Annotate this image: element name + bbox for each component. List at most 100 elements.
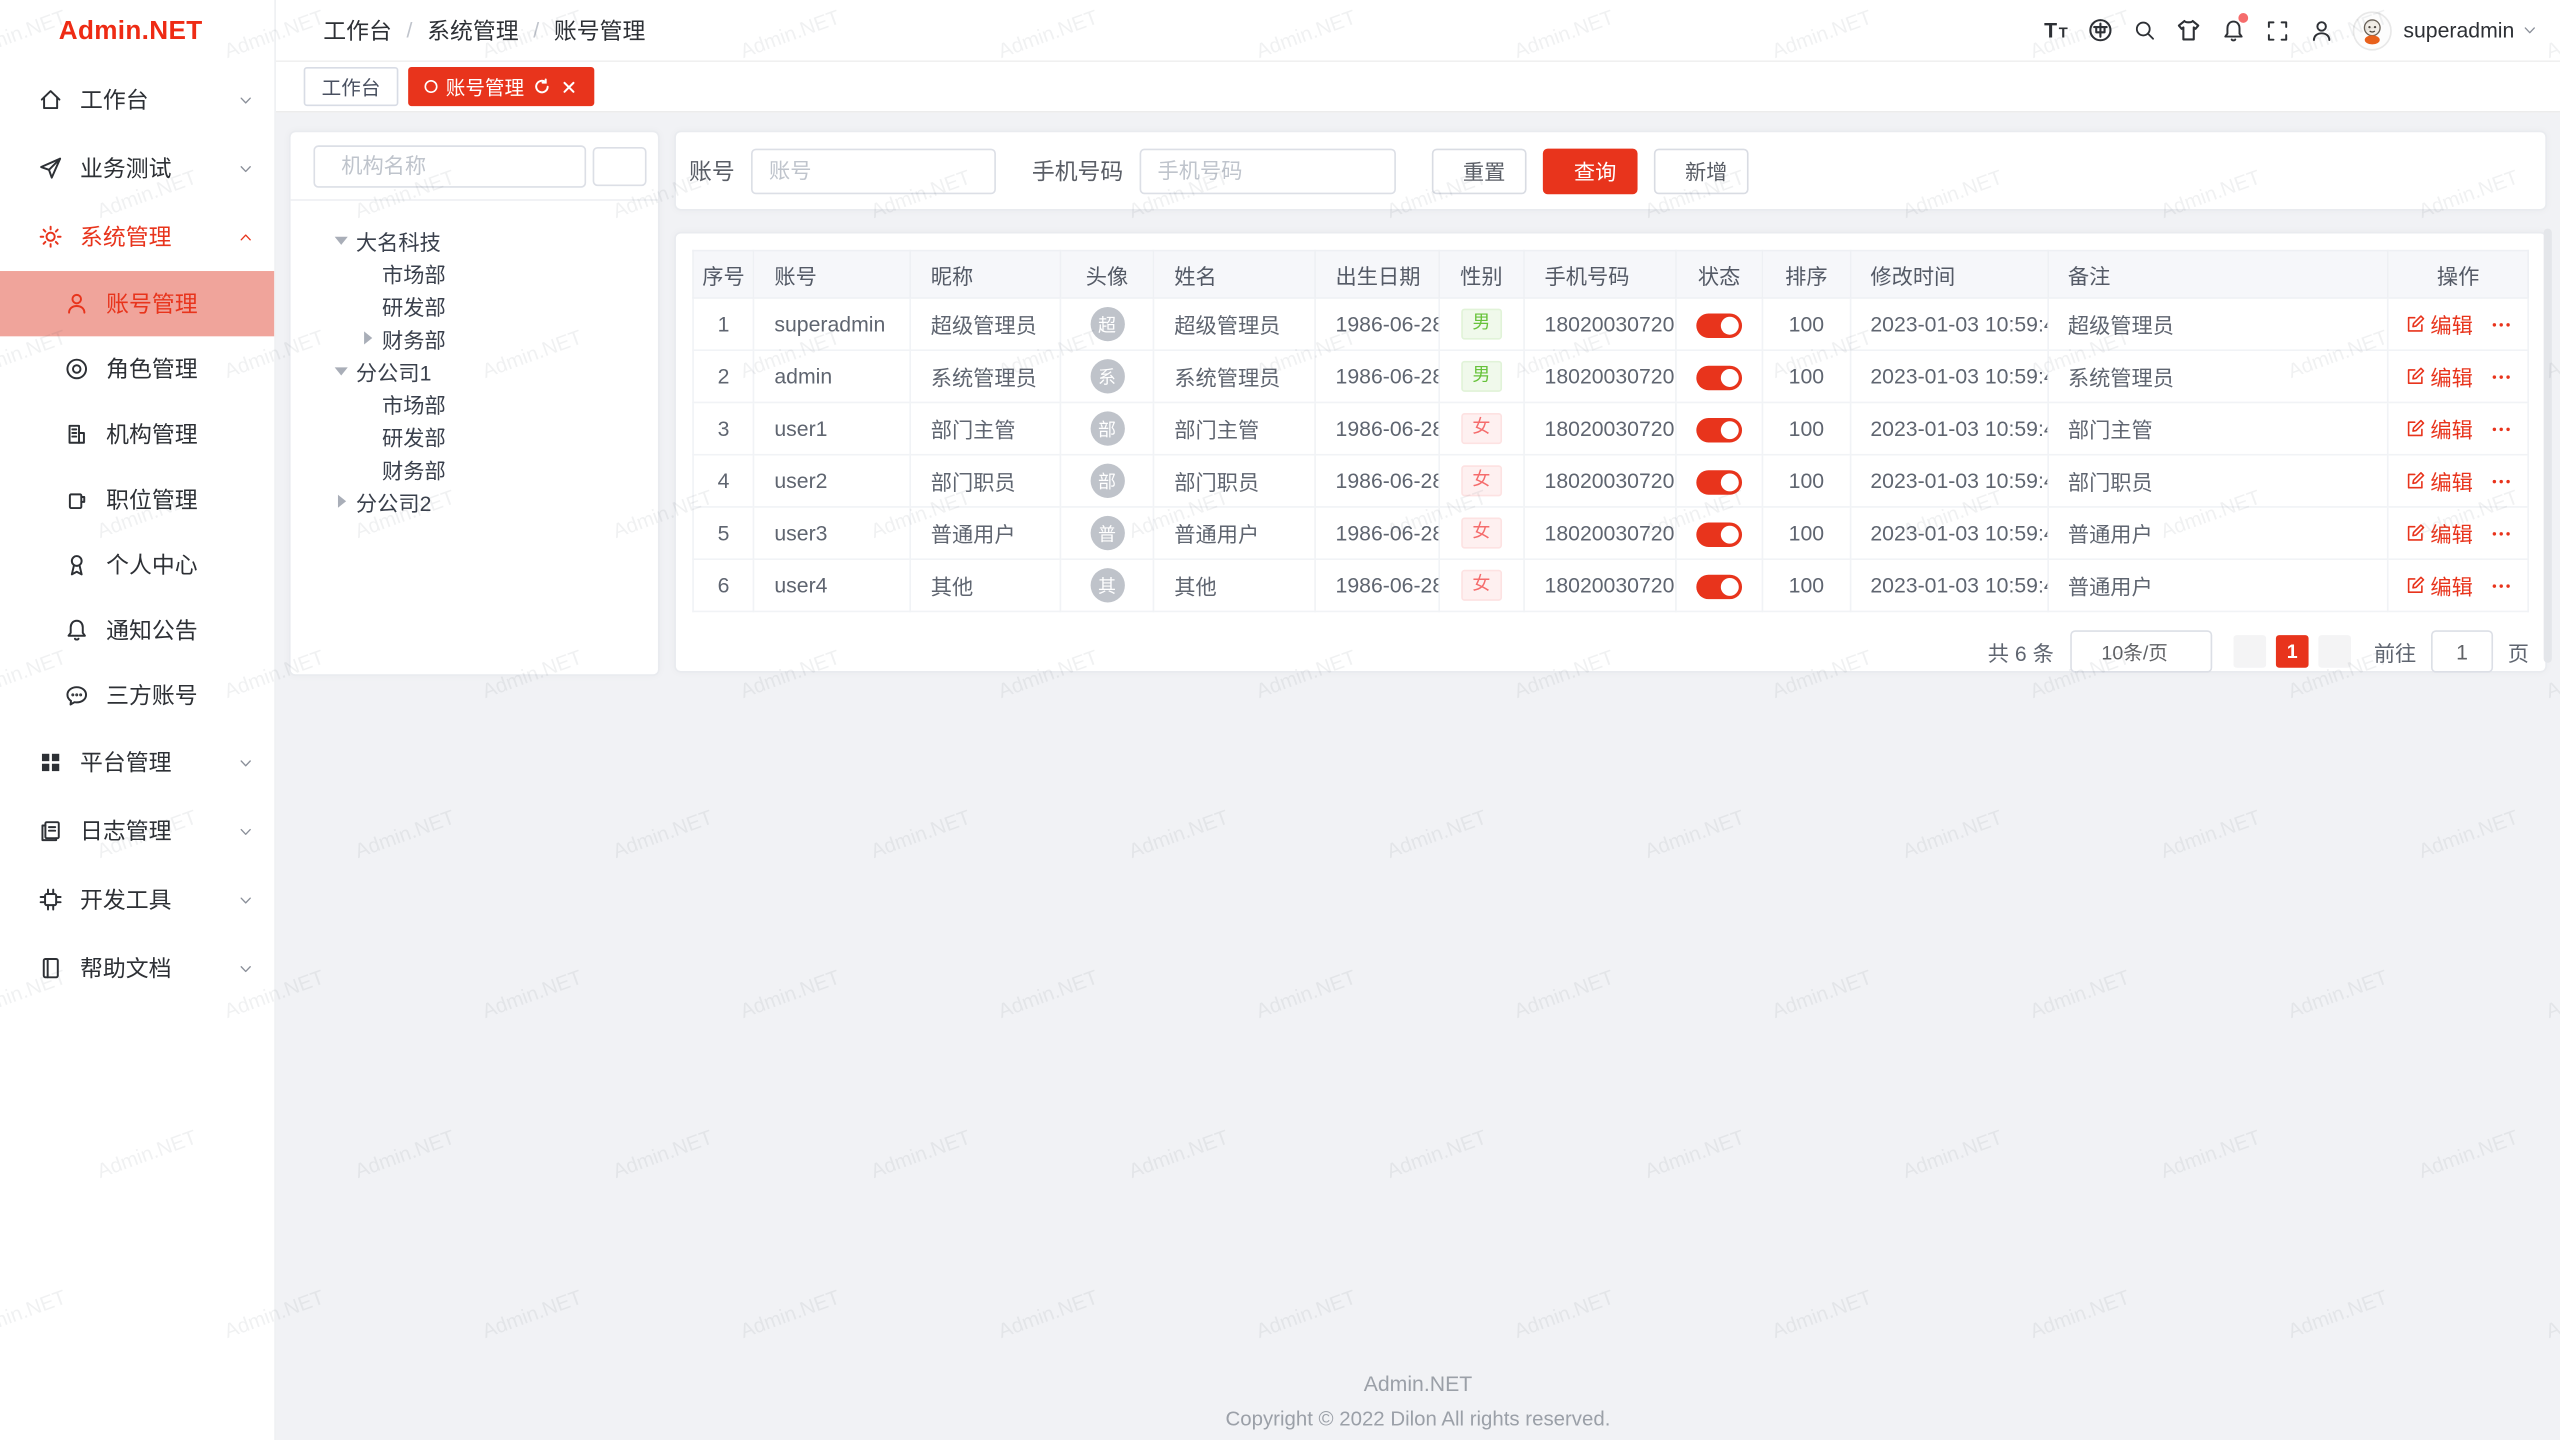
cell-no: 3 xyxy=(693,402,754,454)
notification-icon[interactable] xyxy=(2211,8,2255,52)
account-filter-input[interactable] xyxy=(751,148,996,194)
sidebar-item-help-docs[interactable]: 帮助文档 xyxy=(0,934,274,1003)
tab-active[interactable]: 账号管理 xyxy=(408,67,594,106)
tree-caret-icon[interactable] xyxy=(330,229,353,252)
cell-name: 部门主管 xyxy=(1154,402,1315,454)
user-menu[interactable]: superadmin xyxy=(2403,18,2538,42)
chevron-down-icon xyxy=(237,822,255,840)
cell-name: 普通用户 xyxy=(1154,507,1315,559)
cell-birth: 1986-06-28 xyxy=(1315,298,1438,350)
tree-node[interactable]: 财务部 xyxy=(304,452,645,485)
fullscreen-icon[interactable] xyxy=(2255,8,2299,52)
tree-caret-icon[interactable] xyxy=(356,327,379,350)
sidebar-item-position-mgmt[interactable]: 职位管理 xyxy=(0,467,274,532)
cell-no: 6 xyxy=(693,559,754,611)
language-icon[interactable] xyxy=(2078,8,2122,52)
tab-refresh-icon[interactable] xyxy=(532,77,552,97)
sidebar-item-system-mgmt[interactable]: 系统管理 xyxy=(0,202,274,271)
edit-button[interactable]: 编辑 xyxy=(2404,361,2473,392)
sidebar-item-notice[interactable]: 通知公告 xyxy=(0,598,274,663)
tree-node[interactable]: 财务部 xyxy=(304,322,645,355)
row-avatar: 部 xyxy=(1090,411,1124,445)
tree-node[interactable]: 研发部 xyxy=(304,420,645,453)
sidebar-item-dev-tools[interactable]: 开发工具 xyxy=(0,865,274,934)
edit-button[interactable]: 编辑 xyxy=(2404,518,2473,549)
tree-node-label: 研发部 xyxy=(382,420,446,451)
row-more-button[interactable] xyxy=(2489,469,2512,492)
cell-account: user4 xyxy=(754,559,910,611)
breadcrumb-item[interactable]: 系统管理 xyxy=(427,14,518,47)
app-logo[interactable]: Admin.NET xyxy=(0,0,274,65)
cell-phone: 18020030720 xyxy=(1524,507,1675,559)
org-tree: 大名科技市场部研发部财务部分公司1市场部研发部财务部分公司2 xyxy=(291,201,658,541)
edit-label: 编辑 xyxy=(2430,518,2472,549)
sidebar-item-platform-mgmt[interactable]: 平台管理 xyxy=(0,728,274,797)
doc-icon xyxy=(38,955,64,981)
sidebar-item-business-test[interactable]: 业务测试 xyxy=(0,134,274,203)
cell-nickname: 超级管理员 xyxy=(910,298,1060,350)
status-toggle[interactable] xyxy=(1696,417,1742,441)
sidebar-item-personal-center[interactable]: 个人中心 xyxy=(0,532,274,597)
page-size-select[interactable]: 10条/页 xyxy=(2070,630,2212,672)
search-icon[interactable] xyxy=(2123,8,2167,52)
row-more-button[interactable] xyxy=(2489,313,2512,336)
tree-node[interactable]: 大名科技 xyxy=(304,224,645,257)
chevron-down-icon xyxy=(237,959,255,977)
next-page-button[interactable] xyxy=(2318,635,2351,668)
status-toggle[interactable] xyxy=(1696,574,1742,598)
svg-text:T: T xyxy=(2043,19,2056,42)
sidebar-item-log-mgmt[interactable]: 日志管理 xyxy=(0,797,274,866)
column-header-avatar: 头像 xyxy=(1060,251,1154,298)
notification-badge xyxy=(2238,13,2248,23)
phone-filter-input[interactable] xyxy=(1140,148,1396,194)
font-size-icon[interactable]: TT xyxy=(2034,8,2078,52)
tree-node[interactable]: 市场部 xyxy=(304,387,645,420)
breadcrumb-item[interactable]: 工作台 xyxy=(323,14,392,47)
row-more-button[interactable] xyxy=(2489,574,2512,597)
sidebar-item-third-party-account[interactable]: 三方账号 xyxy=(0,663,274,728)
tree-caret-icon[interactable] xyxy=(330,490,353,513)
breadcrumb-separator: / xyxy=(533,18,539,42)
tree-node[interactable]: 市场部 xyxy=(304,256,645,289)
cell-modified: 2023-01-03 10:59:44 xyxy=(1850,455,2047,507)
column-header-no: 序号 xyxy=(693,251,754,298)
profile-icon[interactable] xyxy=(2299,8,2343,52)
edit-button[interactable]: 编辑 xyxy=(2404,309,2473,340)
sidebar-item-account-mgmt[interactable]: 账号管理 xyxy=(0,271,274,336)
sidebar-item-workbench[interactable]: 工作台 xyxy=(0,65,274,134)
tree-caret-icon[interactable] xyxy=(330,359,353,382)
query-button[interactable]: 查询 xyxy=(1543,148,1638,194)
goto-page-input[interactable] xyxy=(2431,630,2493,672)
status-toggle[interactable] xyxy=(1696,469,1742,493)
sidebar-item-org-mgmt[interactable]: 机构管理 xyxy=(0,402,274,467)
user-avatar[interactable] xyxy=(2353,11,2392,50)
tab-item[interactable]: 工作台 xyxy=(304,67,399,106)
status-toggle[interactable] xyxy=(1696,365,1742,389)
sidebar-item-role-mgmt[interactable]: 角色管理 xyxy=(0,336,274,401)
cell-account: superadmin xyxy=(754,298,910,350)
status-toggle[interactable] xyxy=(1696,313,1742,337)
reset-button[interactable]: 重置 xyxy=(1432,148,1527,194)
row-more-button[interactable] xyxy=(2489,417,2512,440)
org-search-input[interactable] xyxy=(338,152,571,180)
add-button[interactable]: 新增 xyxy=(1654,148,1749,194)
row-more-button[interactable] xyxy=(2489,522,2512,545)
row-avatar: 超 xyxy=(1090,307,1124,341)
tree-more-button[interactable] xyxy=(593,146,647,185)
tree-node[interactable]: 分公司2 xyxy=(304,485,645,518)
row-more-button[interactable] xyxy=(2489,365,2512,388)
table-scrollbar[interactable] xyxy=(2544,229,2552,663)
tree-node[interactable]: 研发部 xyxy=(304,289,645,322)
cell-name: 其他 xyxy=(1154,559,1315,611)
edit-button[interactable]: 编辑 xyxy=(2404,413,2473,444)
edit-button[interactable]: 编辑 xyxy=(2404,570,2473,601)
prev-page-button[interactable] xyxy=(2233,635,2266,668)
column-header-status: 状态 xyxy=(1676,251,1763,298)
role-icon xyxy=(64,356,90,382)
theme-icon[interactable] xyxy=(2167,8,2211,52)
status-toggle[interactable] xyxy=(1696,522,1742,546)
edit-button[interactable]: 编辑 xyxy=(2404,465,2473,496)
tab-close-icon[interactable] xyxy=(560,78,578,96)
page-number-1[interactable]: 1 xyxy=(2276,635,2309,668)
tree-node[interactable]: 分公司1 xyxy=(304,354,645,387)
